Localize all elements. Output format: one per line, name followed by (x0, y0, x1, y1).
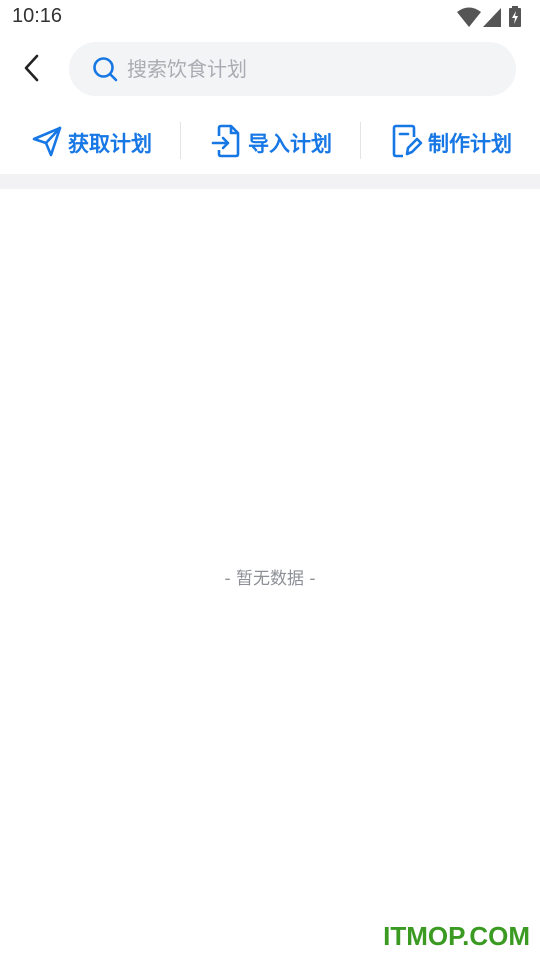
battery-charging-icon (509, 6, 521, 27)
get-plan-label: 获取计划 (68, 132, 152, 156)
create-plan-label: 制作计划 (428, 132, 512, 156)
wifi-icon (457, 7, 481, 27)
search-box[interactable] (69, 42, 516, 96)
send-icon (32, 126, 62, 157)
action-bar: 获取计划 导入计划 制作计划 (0, 110, 540, 174)
import-file-icon (211, 124, 240, 158)
create-plan-button[interactable]: 制作计划 (361, 110, 540, 174)
import-plan-label: 导入计划 (248, 132, 332, 156)
back-button[interactable] (14, 50, 50, 86)
top-bar (0, 38, 540, 102)
empty-state-text: - 暂无数据 - (224, 569, 316, 589)
watermark: ITMOP.COM (383, 921, 530, 951)
chevron-left-icon (24, 54, 39, 82)
section-separator (0, 174, 540, 189)
status-bar: 10:16 (0, 0, 540, 34)
import-plan-button[interactable]: 导入计划 (181, 110, 361, 174)
app-screen: 10:16 搜索饮食计划 获取计划 导入计划 制作计划 - 暂无数据 - ITM… (0, 0, 540, 960)
get-plan-button[interactable]: 获取计划 (0, 110, 180, 174)
cell-signal-icon (483, 8, 501, 27)
search-input[interactable] (127, 42, 497, 96)
edit-document-icon (392, 124, 423, 158)
status-time: 10:16 (12, 5, 63, 27)
search-icon (93, 57, 118, 82)
